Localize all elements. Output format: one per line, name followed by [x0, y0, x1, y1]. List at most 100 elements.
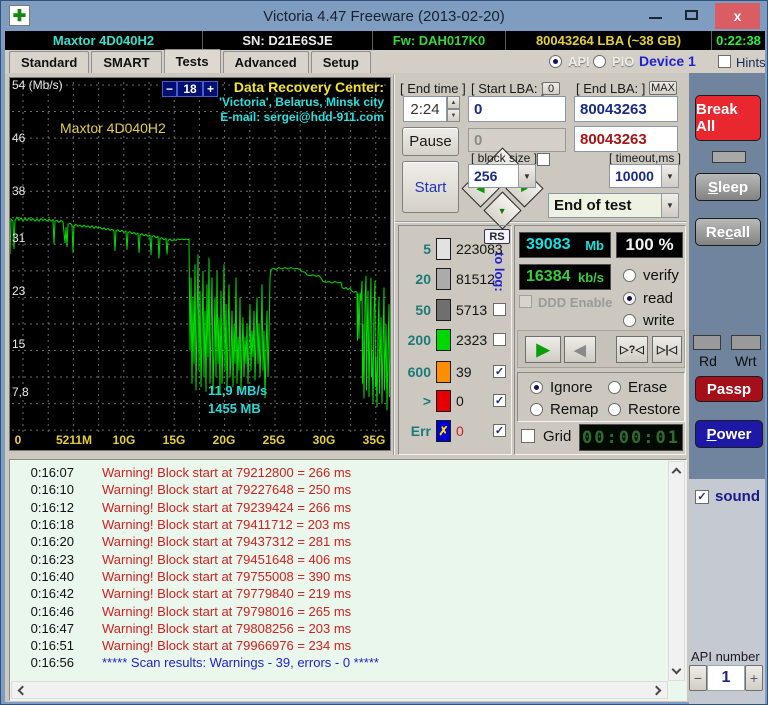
read-led: [693, 335, 721, 350]
counter-log-checkbox[interactable]: [493, 424, 506, 437]
counter-row: 5223083: [399, 238, 513, 262]
scroll-left-icon[interactable]: [14, 682, 28, 698]
action-restore-radio[interactable]: [608, 403, 621, 416]
scanned-mb-unit: Mb: [585, 238, 604, 253]
start-lba-input[interactable]: 0: [468, 96, 566, 122]
recall-button[interactable]: Recall: [695, 218, 761, 246]
x-tick: 35G: [363, 433, 386, 447]
action-erase-radio[interactable]: [608, 381, 621, 394]
rewind-button[interactable]: ◀: [564, 336, 596, 363]
action-remap-radio[interactable]: [530, 403, 543, 416]
timeout-select[interactable]: 10000 ▼: [609, 164, 679, 188]
skip-end-button[interactable]: ▷|◁: [652, 336, 682, 363]
log-message: Warning! Block start at 79798016 = 265 m…: [102, 604, 351, 619]
end-action-select[interactable]: End of test ▼: [548, 193, 679, 218]
pause-button[interactable]: Pause: [402, 127, 459, 156]
log-horizontal-scrollbar[interactable]: [11, 681, 668, 699]
mode-write[interactable]: write: [623, 312, 675, 329]
counter-log-checkbox[interactable]: [493, 303, 506, 316]
graph-zoom-in-button[interactable]: +: [203, 81, 218, 97]
tab-standard[interactable]: Standard: [9, 51, 89, 73]
log-time: 0:16:46: [12, 604, 74, 619]
divider: [395, 221, 687, 223]
break-all-button[interactable]: Break All: [695, 95, 761, 141]
mode-verify-radio[interactable]: [623, 269, 636, 282]
counter-value: 39: [456, 364, 472, 380]
minimize-icon[interactable]: [649, 17, 662, 19]
maximize-icon[interactable]: [685, 10, 698, 20]
scroll-right-icon[interactable]: [651, 682, 665, 698]
pio-radio[interactable]: [593, 55, 606, 68]
mode-read[interactable]: read: [623, 290, 673, 307]
y-tick: 31: [12, 231, 25, 245]
log-time: 0:16:12: [12, 500, 74, 515]
counter-log-checkbox[interactable]: [493, 394, 506, 407]
mode-read-radio[interactable]: [623, 292, 636, 305]
grid-checkbox[interactable]: [521, 429, 535, 443]
action-erase[interactable]: Erase: [608, 379, 667, 396]
counter-log-checkbox[interactable]: [493, 365, 506, 378]
defect-action-panel: Ignore Erase Remap Restore: [517, 372, 685, 422]
log-time: 0:16:18: [12, 517, 74, 532]
start-button[interactable]: Start: [402, 161, 459, 213]
log-row: 0:16:46 Warning! Block start at 79798016 …: [12, 602, 666, 619]
y-tick: 46: [12, 131, 25, 145]
counter-swatch: [436, 238, 451, 260]
chevron-down-icon[interactable]: ▼: [661, 165, 678, 187]
passp-button[interactable]: Passp: [695, 376, 763, 402]
x-tick: 10G: [113, 433, 136, 447]
graph-model-label: Maxtor 4D040H2: [60, 120, 166, 136]
action-remap[interactable]: Remap: [530, 401, 598, 418]
end-time-value[interactable]: 2:24: [403, 96, 447, 122]
scroll-up-icon[interactable]: [669, 464, 684, 478]
mode-verify[interactable]: verify: [623, 267, 679, 284]
chevron-down-icon[interactable]: ▼: [518, 165, 535, 187]
log-vertical-scrollbar[interactable]: [668, 461, 685, 681]
end-time-spinner[interactable]: ▲▼: [447, 96, 460, 122]
zero-lba-button[interactable]: 0: [542, 82, 560, 95]
scroll-down-icon[interactable]: [669, 664, 684, 678]
scan-question-button[interactable]: ▷?◁: [616, 336, 648, 363]
x-tick: 25G: [263, 433, 286, 447]
write-led-label: Wrt: [735, 353, 757, 369]
action-ignore-radio[interactable]: [530, 381, 543, 394]
counter-log-checkbox[interactable]: [493, 333, 506, 346]
tab-advanced[interactable]: Advanced: [223, 51, 309, 73]
counter-row: 505713: [399, 299, 513, 323]
write-led: [731, 335, 761, 350]
speed-unit: kb/s: [578, 270, 604, 285]
tab-tests[interactable]: Tests: [164, 49, 221, 73]
tab-smart[interactable]: SMART: [91, 51, 161, 73]
y-tick: 38: [12, 184, 25, 198]
banner: Data Recovery Center: 'Victoria', Belaru…: [219, 80, 384, 125]
power-button[interactable]: Power: [695, 420, 763, 448]
end-lba-input[interactable]: 80043263: [574, 96, 678, 122]
block-size-select[interactable]: 256 ▼: [468, 164, 536, 188]
hints-checkbox[interactable]: [718, 55, 731, 68]
action-ignore-label: Ignore: [550, 379, 593, 396]
nav-checkbox[interactable]: [537, 153, 550, 166]
ddd-enable-checkbox[interactable]: [519, 295, 532, 308]
graph-zoom-out-button[interactable]: −: [162, 81, 177, 97]
counter-label: 20: [399, 271, 431, 287]
play-button[interactable]: ▶: [525, 336, 561, 363]
close-icon[interactable]: x: [715, 3, 760, 29]
tab-setup[interactable]: Setup: [311, 51, 371, 73]
max-lba-button[interactable]: MAX: [649, 81, 677, 95]
mode-write-radio[interactable]: [623, 314, 636, 327]
action-restore[interactable]: Restore: [608, 401, 681, 418]
counter-row: 60039: [399, 361, 513, 385]
api-number-increment[interactable]: +: [745, 665, 763, 691]
error-x-icon: ✗: [436, 420, 451, 442]
api-number-decrement[interactable]: −: [689, 665, 707, 691]
log-panel: 0:16:07Warning! Block start at 79212800 …: [9, 459, 687, 701]
divider: [393, 75, 395, 455]
api-radio[interactable]: [549, 55, 562, 68]
counter-swatch: [436, 390, 451, 412]
action-ignore[interactable]: Ignore: [530, 379, 593, 396]
log-message: Warning! Block start at 79808256 = 203 m…: [102, 621, 351, 636]
chevron-down-icon[interactable]: ▼: [661, 194, 678, 217]
sound-checkbox[interactable]: [695, 490, 709, 504]
sleep-button[interactable]: Sleep: [695, 173, 761, 201]
timer-lcd: 00:00:01: [579, 424, 683, 451]
